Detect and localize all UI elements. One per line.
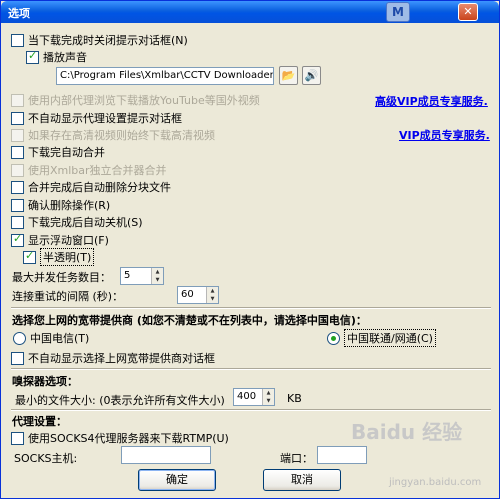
auto-shutdown-option[interactable]: 下载完成后自动关机(S)	[11, 214, 143, 230]
vip-advanced-link[interactable]: 高级VIP成员专享服务.	[375, 93, 488, 109]
socks4-option[interactable]: 使用SOCKS4代理服务器来下载RTMP(U)	[11, 430, 229, 446]
min-size-spinner[interactable]: 400 ▲ ▼	[233, 388, 275, 406]
ok-button[interactable]: 确定	[138, 469, 216, 491]
max-tasks-arrows[interactable]: ▲ ▼	[151, 268, 163, 284]
translucent-option[interactable]: 半透明(T)	[23, 248, 95, 266]
hd-download-option[interactable]: 如果存在高清视频则始终下载高清视频	[11, 127, 215, 143]
auto-merge-option[interactable]: 下载完自动合并	[11, 144, 105, 160]
no-proxy-prompt-label: 不自动显示代理设置提示对话框	[28, 112, 182, 125]
internal-proxy-option[interactable]: 使用内部代理浏览下载播放YouTube等国外视频	[11, 92, 260, 108]
size-unit: KB	[287, 392, 302, 405]
hd-download-checkbox[interactable]	[11, 128, 24, 142]
cancel-button[interactable]: 取消	[263, 469, 341, 491]
translucent-label: 半透明(T)	[40, 248, 95, 266]
delete-parts-label: 合并完成后自动删除分块文件	[28, 181, 171, 194]
window-title: 选项	[8, 7, 30, 20]
baidu-watermark: Baidu 经验	[351, 420, 463, 444]
retry-label: 连接重试的间隔 (秒)：	[12, 290, 124, 303]
min-size-arrows[interactable]: ▲ ▼	[262, 389, 274, 405]
title-bar: 选项 M ✕	[1, 1, 499, 23]
app-icon: M	[386, 2, 410, 22]
play-sound-option[interactable]: 播放声音	[26, 49, 87, 65]
socks-port-label: 端口：	[280, 452, 313, 465]
no-isp-prompt-option[interactable]: 不自动显示选择上网宽带提供商对话框	[11, 350, 215, 366]
sniffer-heading: 嗅探器选项：	[12, 375, 78, 388]
retry-value: 60	[181, 289, 194, 300]
hd-download-label: 如果存在高清视频则始终下载高清视频	[28, 129, 215, 142]
no-isp-prompt-label: 不自动显示选择上网宽带提供商对话框	[28, 352, 215, 365]
socks-host-label: SOCKS主机:	[14, 452, 78, 465]
max-tasks-spinner[interactable]: 5 ▲ ▼	[120, 267, 164, 285]
isp-telecom-radio[interactable]	[13, 331, 26, 345]
proxy-heading: 代理设置：	[12, 415, 67, 428]
options-dialog: 选项 M ✕ 当下载完成时关闭提示对话框(N) 播放声音 C:\Program …	[0, 0, 500, 499]
standalone-merger-checkbox[interactable]	[11, 163, 24, 177]
vip-link[interactable]: VIP成员专享服务.	[399, 127, 490, 143]
isp-telecom-label: 中国电信(T)	[30, 332, 90, 345]
up-arrow-icon[interactable]: ▲	[207, 287, 218, 295]
delete-parts-option[interactable]: 合并完成后自动删除分块文件	[11, 179, 171, 195]
up-arrow-icon[interactable]: ▲	[263, 389, 274, 397]
confirm-delete-option[interactable]: 确认删除操作(R)	[11, 197, 110, 213]
confirm-delete-checkbox[interactable]	[11, 198, 24, 212]
close-prompt-option[interactable]: 当下载完成时关闭提示对话框(N)	[11, 32, 188, 48]
up-arrow-icon[interactable]: ▲	[152, 268, 163, 276]
close-prompt-checkbox[interactable]	[11, 33, 24, 47]
folder-browse-icon[interactable]: 📂	[279, 66, 298, 85]
socks4-label: 使用SOCKS4代理服务器来下载RTMP(U)	[28, 432, 229, 445]
divider	[11, 368, 491, 370]
auto-merge-label: 下载完自动合并	[28, 146, 105, 159]
down-arrow-icon[interactable]: ▼	[263, 397, 274, 405]
sound-path-field[interactable]: C:\Program Files\Xmlbar\CCTV Downloader\…	[56, 67, 274, 85]
auto-shutdown-checkbox[interactable]	[11, 215, 24, 229]
socks-port-input[interactable]	[317, 446, 367, 464]
isp-telecom-option[interactable]: 中国电信(T)	[13, 330, 89, 346]
float-window-label: 显示浮动窗口(F)	[28, 234, 109, 247]
delete-parts-checkbox[interactable]	[11, 180, 24, 194]
isp-unicom-option[interactable]: 中国联通/网通(C)	[327, 329, 436, 347]
float-window-checkbox[interactable]	[11, 232, 24, 247]
standalone-merger-label: 使用Xmlbar独立合并器合并	[28, 164, 167, 177]
no-isp-prompt-checkbox[interactable]	[11, 351, 24, 365]
isp-unicom-label: 中国联通/网通(C)	[344, 329, 436, 347]
isp-unicom-radio[interactable]	[327, 331, 340, 345]
min-size-value: 400	[237, 391, 257, 402]
translucent-checkbox[interactable]	[23, 249, 36, 264]
max-tasks-value: 5	[124, 270, 131, 281]
socks4-checkbox[interactable]	[11, 431, 24, 445]
baidu-watermark-url: jingyan.baidu.com	[389, 477, 482, 488]
divider	[11, 307, 491, 309]
down-arrow-icon[interactable]: ▼	[207, 295, 218, 303]
close-prompt-label: 当下载完成时关闭提示对话框(N)	[28, 34, 188, 47]
divider	[11, 409, 491, 411]
retry-spinner[interactable]: 60 ▲ ▼	[177, 286, 219, 304]
confirm-delete-label: 确认删除操作(R)	[28, 199, 111, 212]
down-arrow-icon[interactable]: ▼	[152, 276, 163, 284]
retry-arrows[interactable]: ▲ ▼	[206, 287, 218, 303]
float-window-option[interactable]: 显示浮动窗口(F)	[11, 232, 109, 248]
isp-heading: 选择您上网的宽带提供商 (如您不清楚或不在列表中，请选择中国电信)：	[12, 314, 367, 327]
auto-merge-checkbox[interactable]	[11, 145, 24, 159]
standalone-merger-option[interactable]: 使用Xmlbar独立合并器合并	[11, 162, 167, 178]
auto-shutdown-label: 下载完成后自动关机(S)	[28, 216, 143, 229]
play-sound-checkbox[interactable]	[26, 49, 39, 64]
close-button[interactable]: ✕	[458, 3, 478, 21]
no-proxy-prompt-checkbox[interactable]	[11, 111, 24, 125]
internal-proxy-label: 使用内部代理浏览下载播放YouTube等国外视频	[28, 94, 260, 107]
no-proxy-prompt-option[interactable]: 不自动显示代理设置提示对话框	[11, 110, 182, 126]
speaker-test-icon[interactable]: 🔊	[302, 66, 321, 85]
max-tasks-label: 最大并发任务数目：	[12, 271, 111, 284]
min-size-label: 最小的文件大小: (0表示允许所有文件大小)	[15, 394, 225, 407]
socks-host-input[interactable]	[121, 446, 211, 464]
internal-proxy-checkbox[interactable]	[11, 93, 24, 107]
play-sound-label: 播放声音	[43, 51, 87, 64]
